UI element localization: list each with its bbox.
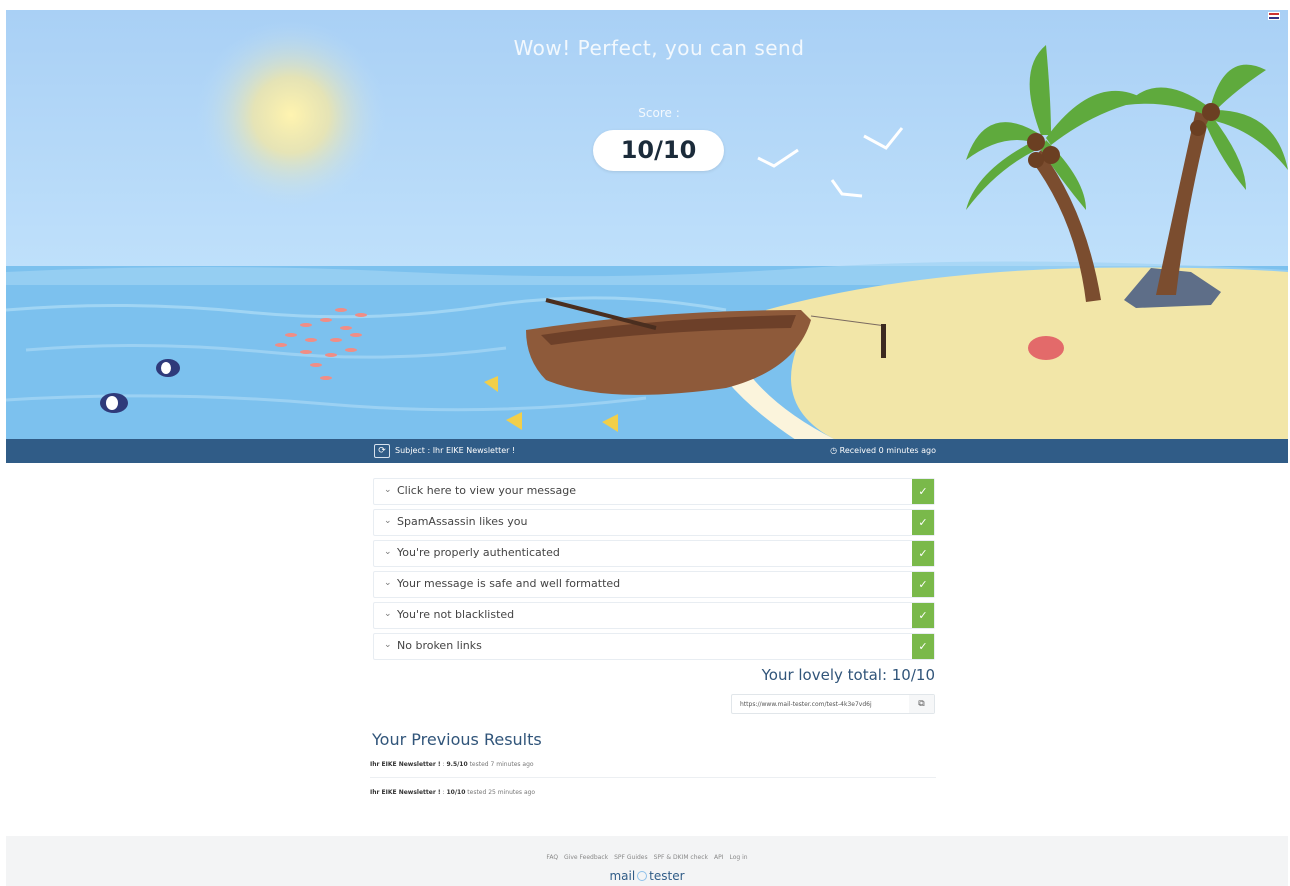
check-pass-icon: ✓ — [912, 541, 934, 566]
check-pass-icon: ✓ — [912, 634, 934, 659]
footer-link[interactable]: Give Feedback — [564, 854, 608, 861]
check-label: You're not blacklisted — [397, 608, 515, 621]
check-pass-icon: ✓ — [912, 479, 934, 504]
previous-subject: Ihr EIKE Newsletter ! — [370, 761, 441, 768]
share-link-group: ⧉ — [731, 694, 935, 714]
check-row[interactable]: ⌄ Click here to view your message ✓ — [373, 478, 935, 505]
footer-link[interactable]: SPF & DKIM check — [654, 854, 708, 861]
refresh-button[interactable]: ⟳ — [374, 444, 390, 458]
footer-link[interactable]: Log in — [729, 854, 747, 861]
check-row[interactable]: ⌄ You're not blacklisted ✓ — [373, 602, 935, 629]
chevron-down-icon: ⌄ — [384, 578, 392, 588]
footer-link[interactable]: FAQ — [546, 854, 558, 861]
footer-link[interactable]: SPF Guides — [614, 854, 648, 861]
chevron-down-icon: ⌄ — [384, 609, 392, 619]
seagulls — [757, 127, 904, 198]
check-label: You're properly authenticated — [397, 546, 560, 559]
score-badge: 10/10 — [593, 130, 724, 171]
previous-time: tested 7 minutes ago — [467, 761, 534, 768]
page: Wow! Perfect, you can send Score : 10/10… — [0, 0, 1290, 886]
logo-tester: tester — [649, 869, 685, 883]
crab — [1028, 336, 1064, 360]
check-label: Your message is safe and well formatted — [397, 577, 621, 590]
logo-mail: mail — [609, 869, 636, 883]
copy-icon: ⧉ — [918, 699, 925, 709]
check-pass-icon: ✓ — [912, 572, 934, 597]
result-headline: Wow! Perfect, you can send — [513, 36, 805, 60]
chevron-down-icon: ⌄ — [384, 485, 392, 495]
previous-subject: Ihr EIKE Newsletter ! — [370, 789, 441, 796]
chevron-down-icon: ⌄ — [384, 547, 392, 557]
email-subject: Subject : Ihr EIKE Newsletter ! — [395, 446, 516, 455]
hero-banner: Wow! Perfect, you can send Score : 10/10 — [6, 10, 1288, 440]
mail-tester-logo[interactable]: mail tester — [6, 869, 1288, 883]
check-row[interactable]: ⌄ Your message is safe and well formatted… — [373, 571, 935, 598]
score-label: Score : — [638, 106, 680, 120]
chevron-down-icon: ⌄ — [384, 516, 392, 526]
previous-score: 10/10 — [446, 789, 466, 796]
check-pass-icon: ✓ — [912, 510, 934, 535]
received-text: Received 0 minutes ago — [839, 446, 936, 455]
footer-links: FAQ Give Feedback SPF Guides SPF & DKIM che… — [6, 854, 1288, 861]
previous-result-item[interactable]: Ihr EIKE Newsletter ! : 9.5/10 tested 7 … — [370, 756, 936, 778]
previous-score: 9.5/10 — [446, 761, 468, 768]
previous-results-title: Your Previous Results — [372, 730, 542, 749]
check-row[interactable]: ⌄ No broken links ✓ — [373, 633, 935, 660]
copy-link-button[interactable]: ⧉ — [909, 695, 934, 713]
check-label: No broken links — [397, 639, 482, 652]
language-flag-icon[interactable] — [1268, 12, 1280, 20]
refresh-icon: ⟳ — [378, 446, 386, 456]
subject-bar: ⟳ Subject : Ihr EIKE Newsletter ! ◷ Rece… — [6, 439, 1288, 463]
total-score: Your lovely total: 10/10 — [761, 666, 935, 684]
previous-result-item[interactable]: Ihr EIKE Newsletter ! : 10/10 tested 25 … — [370, 784, 936, 806]
check-row[interactable]: ⌄ You're properly authenticated ✓ — [373, 540, 935, 567]
check-pass-icon: ✓ — [912, 603, 934, 628]
previous-results-list: Ihr EIKE Newsletter ! : 9.5/10 tested 7 … — [370, 756, 936, 812]
check-label: SpamAssassin likes you — [397, 515, 528, 528]
previous-time: tested 25 minutes ago — [465, 789, 536, 796]
logo-circle-icon — [637, 871, 648, 881]
footer-link[interactable]: API — [714, 854, 724, 861]
check-row[interactable]: ⌄ SpamAssassin likes you ✓ — [373, 509, 935, 536]
clock-icon: ◷ — [830, 446, 840, 455]
palm-leaves — [966, 45, 1288, 210]
chevron-down-icon: ⌄ — [384, 640, 392, 650]
beach-illustration — [6, 20, 1288, 440]
footer: FAQ Give Feedback SPF Guides SPF & DKIM che… — [6, 836, 1288, 886]
check-label: Click here to view your message — [397, 484, 577, 497]
check-list: ⌄ Click here to view your message ✓ ⌄ SpamAs… — [373, 478, 935, 664]
received-time: ◷ Received 0 minutes ago — [830, 446, 936, 455]
share-link-input[interactable] — [732, 695, 910, 713]
